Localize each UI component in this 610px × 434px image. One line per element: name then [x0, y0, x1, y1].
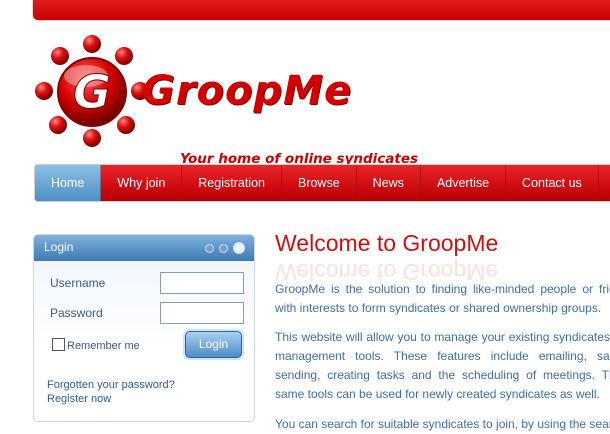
login-panel-header: Login [34, 235, 254, 261]
nav-item-contact-us[interactable]: Contact us [506, 165, 599, 201]
remember-me-checkbox[interactable] [52, 338, 65, 351]
login-panel: Login Username Password Remember me Logi… [33, 234, 255, 422]
main-nav: Home Why join Registration Browse News A… [34, 164, 610, 202]
search-paragraph: You can search for suitable syndicates t… [275, 417, 610, 431]
login-panel-title: Login [44, 240, 74, 254]
nav-item-browse[interactable]: Browse [282, 165, 357, 201]
forgot-password-link[interactable]: Forgotten your password? [47, 379, 175, 391]
password-label: Password [50, 306, 103, 320]
nav-item-registration[interactable]: Registration [182, 165, 282, 201]
page-title: Welcome to GroopMe [275, 230, 499, 256]
features-paragraph: This website will allow you to manage yo… [275, 330, 610, 401]
nav-item-advertise[interactable]: Advertise [421, 165, 507, 201]
register-now-link[interactable]: Register now [47, 393, 111, 405]
login-button[interactable]: Login [185, 331, 242, 358]
svg-text:G: G [73, 65, 111, 119]
nav-item-home[interactable]: Home [35, 165, 102, 201]
logo-wordmark: GroopMe [142, 68, 353, 114]
intro-paragraph: GroopMe is the solution to finding like-… [275, 282, 610, 315]
password-input[interactable] [160, 302, 244, 324]
username-input[interactable] [160, 272, 244, 294]
nav-item-why-join[interactable]: Why join [101, 165, 183, 201]
username-label: Username [50, 276, 106, 290]
remember-me-label: Remember me [67, 340, 140, 352]
nav-item-news[interactable]: News [357, 165, 421, 201]
top-header-strip [32, 0, 610, 21]
logo[interactable]: G GroopMe Your home of online syndicates [34, 34, 454, 167]
panel-dots-icon [205, 242, 245, 254]
